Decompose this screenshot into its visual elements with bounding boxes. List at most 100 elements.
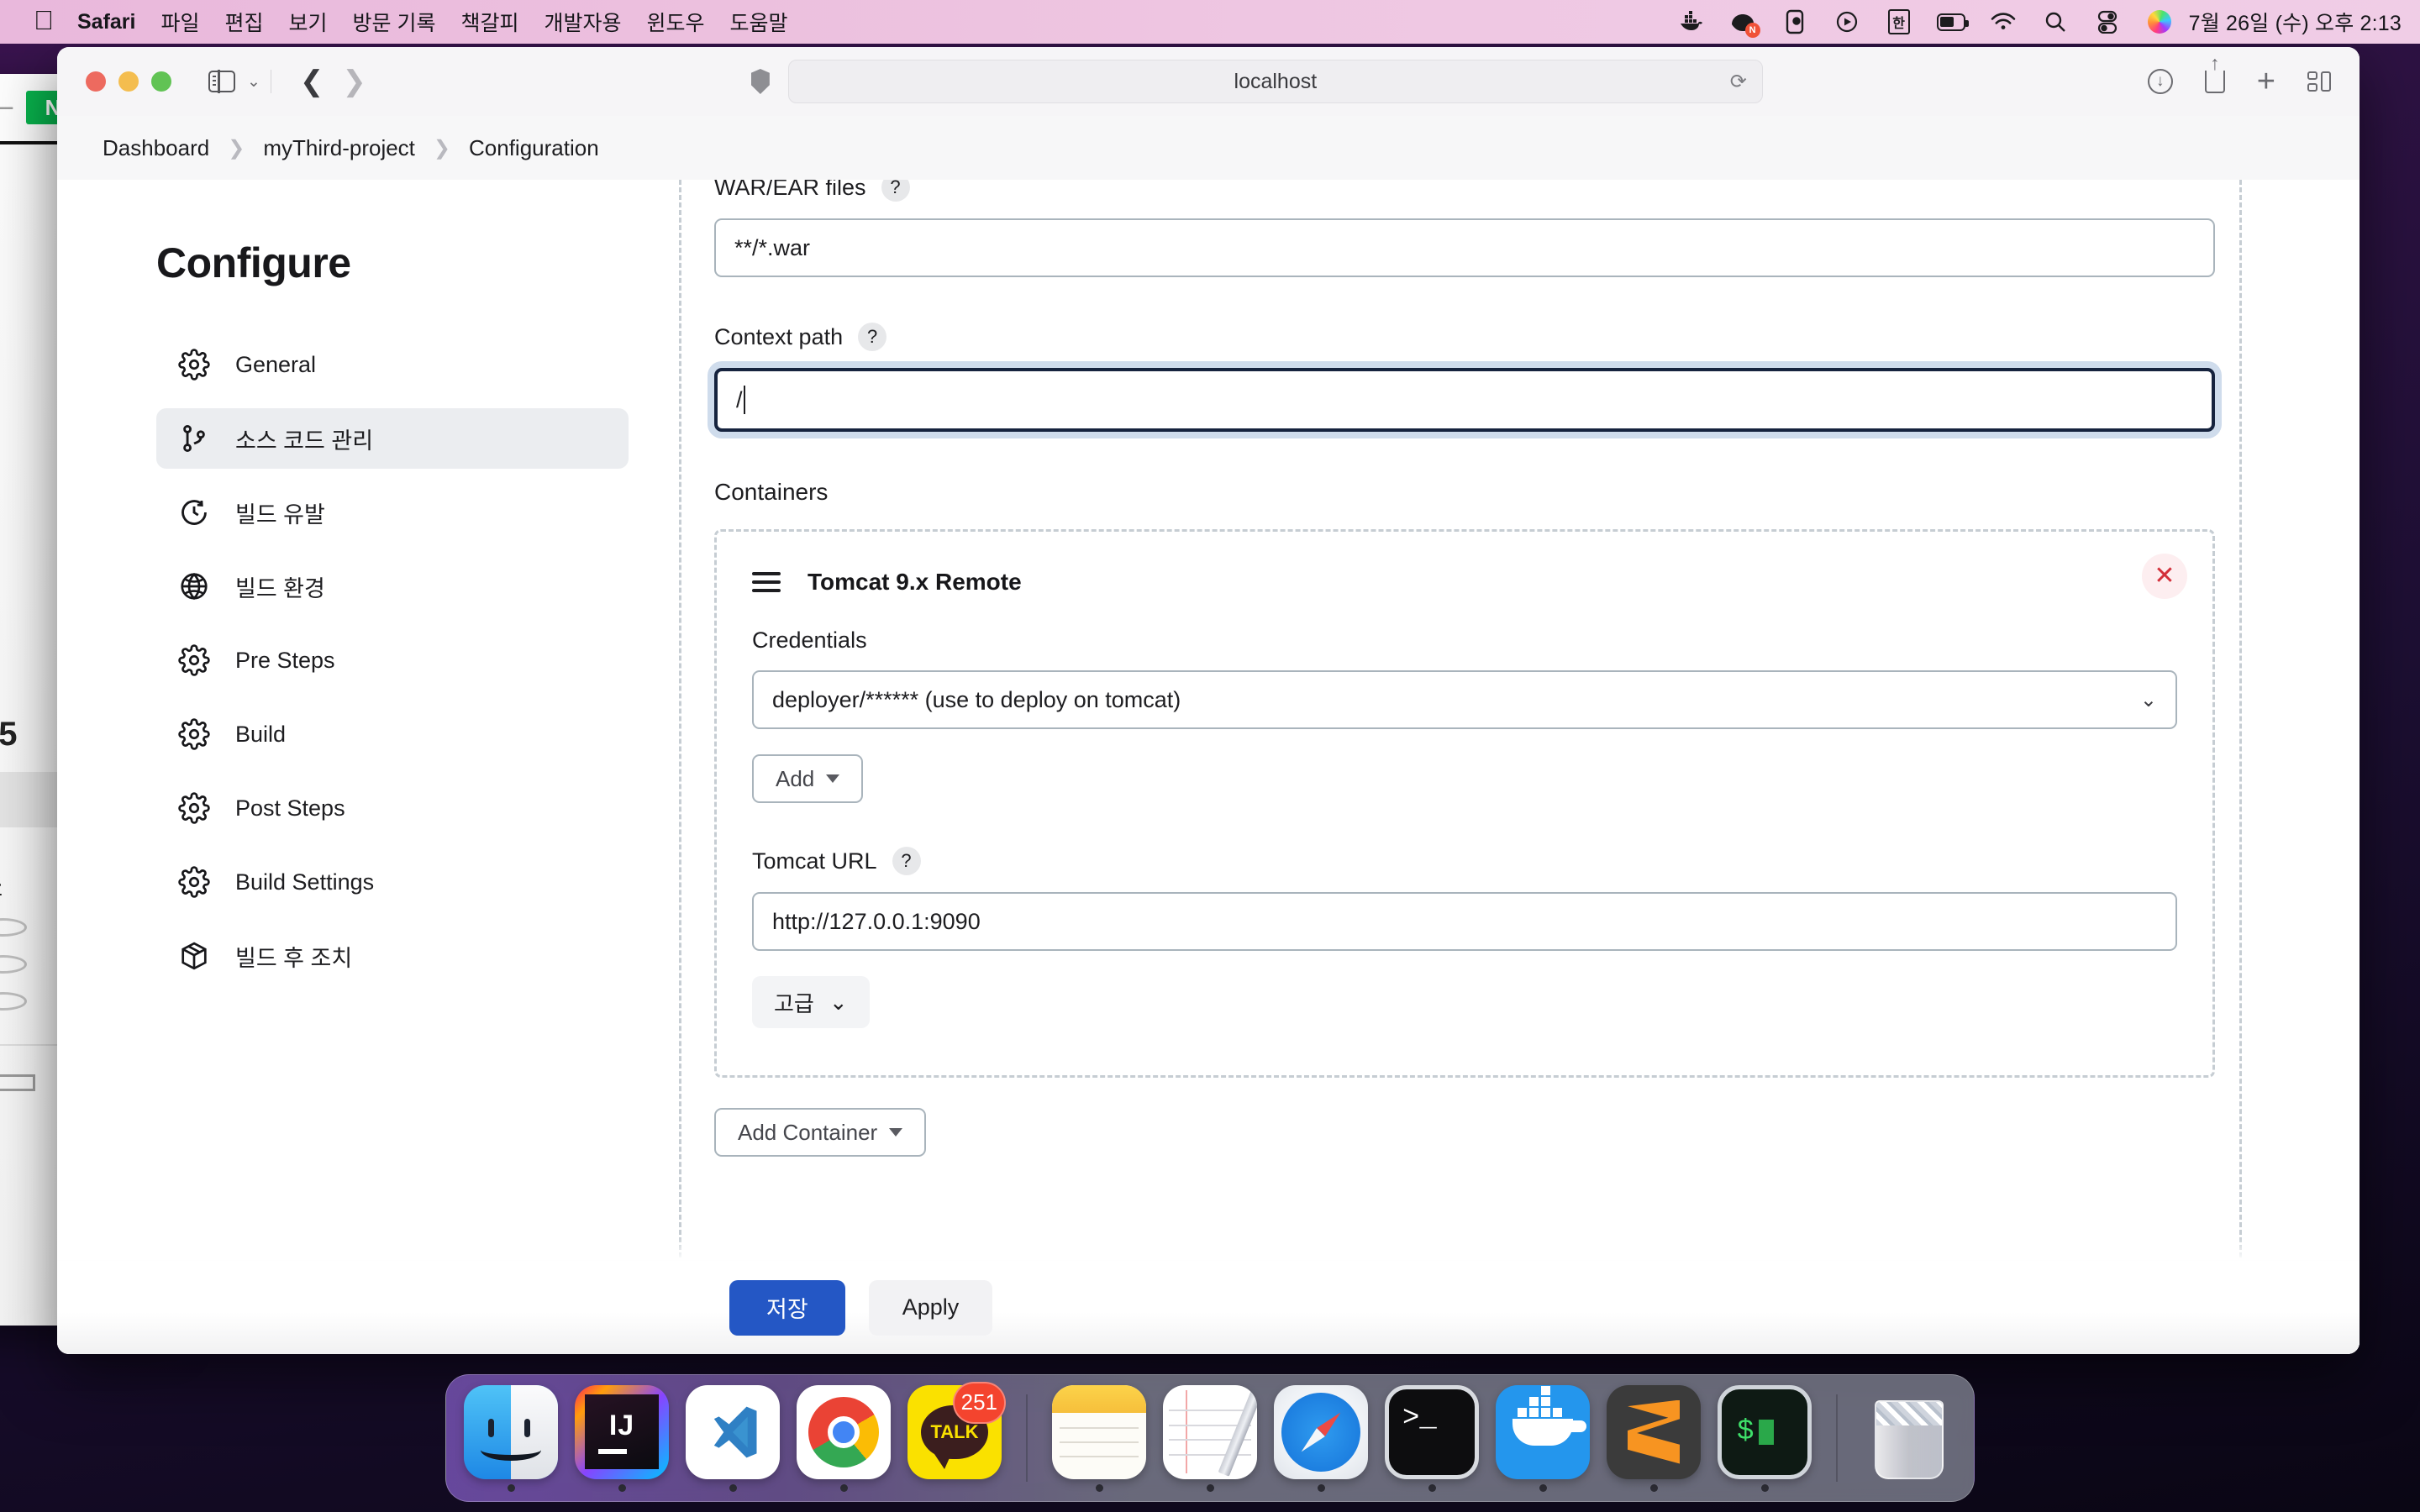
add-credentials-button[interactable]: Add [752,754,864,803]
menu-item-edit[interactable]: 편집 [225,7,264,37]
menu-item-view[interactable]: 보기 [289,7,328,37]
gear-icon [178,792,210,824]
menu-item-bookmarks[interactable]: 책갈피 [460,7,518,37]
credentials-select[interactable]: deployer/****** (use to deploy on tomcat… [752,670,2177,729]
advanced-toggle-button[interactable]: 고급 ⌄ [752,976,870,1028]
close-window-button[interactable] [86,71,106,92]
dock-item-safari[interactable] [1271,1384,1370,1492]
menu-item-window[interactable]: 윈도우 [647,7,705,37]
sidebar-item-label: Build [235,721,287,747]
remove-container-button[interactable]: ✕ [2142,554,2187,599]
minimize-window-button[interactable] [118,71,139,92]
maximize-window-button[interactable] [151,71,171,92]
help-icon[interactable]: ? [881,180,910,202]
sidebar-item-build[interactable]: Build [156,704,629,764]
siri-icon[interactable] [2145,8,2174,36]
sidebar-item-build-triggers[interactable]: 빌드 유발 [156,482,629,543]
dock-item-trash[interactable] [1860,1385,1959,1492]
toolbar-right-icons: ↓ + [2147,66,2331,97]
dock-item-terminal[interactable]: >_ [1382,1384,1481,1492]
apple-menu-icon[interactable]:  [34,7,54,34]
git-branch-icon [178,423,210,454]
downloads-icon[interactable]: ↓ [2147,69,2173,94]
dock-item-visual-studio-code[interactable] [683,1384,782,1492]
help-icon[interactable]: ? [858,323,887,351]
dock-item-docker[interactable] [1493,1384,1592,1492]
menu-item-develop[interactable]: 개발자용 [544,7,622,37]
new-tab-icon[interactable]: + [2257,66,2275,97]
context-path-input[interactable]: / [714,368,2215,432]
running-indicator [1906,1484,1913,1492]
web-page: Dashboard ❯ myThird-project ❯ Configurat… [57,116,2360,1354]
menu-bar-tray: N 한 [1676,8,2174,38]
macos-dock: IJ 251 TALK >_ $ [445,1374,1975,1502]
breadcrumb-item-dashboard[interactable]: Dashboard [103,135,209,161]
background-list-item [0,918,27,937]
sidebar-toggle-icon[interactable] [208,70,235,93]
sidebar-item-pre-steps[interactable]: Pre Steps [156,630,629,690]
help-icon[interactable]: ? [892,847,921,875]
drag-handle-icon[interactable] [752,572,781,592]
sidebar-item-build-settings[interactable]: Build Settings [156,852,629,912]
menu-item-safari[interactable]: Safari [77,10,135,34]
menu-item-help[interactable]: 도움말 [730,7,788,37]
sidebar-item-build-environment[interactable]: 빌드 환경 [156,556,629,617]
safari-window[interactable]: ⌄ ❮ ❯ localhost ⟳ ↓ + Dashboard ❯ myThir… [57,47,2360,1354]
apply-button[interactable]: Apply [868,1279,993,1336]
running-indicator [507,1483,515,1492]
dock-item-kakaotalk[interactable]: 251 TALK [905,1381,1006,1492]
breadcrumb-item-configuration[interactable]: Configuration [469,135,599,161]
address-bar[interactable]: localhost ⟳ [787,60,1763,103]
war-ear-files-input[interactable]: **/*.war [714,218,2215,277]
docker-whale-icon[interactable] [1676,8,1705,36]
wifi-icon[interactable] [1989,8,2018,36]
text-cursor [743,386,745,414]
naver-whale-icon[interactable]: N [1728,8,1760,38]
dock-item-google-chrome[interactable] [794,1384,893,1492]
save-button[interactable]: 저장 [729,1279,845,1336]
back-arrow-icon[interactable]: ⟵ [0,93,14,123]
sidebar-item-post-build-actions[interactable]: 빌드 후 조치 [156,926,629,986]
add-container-button[interactable]: Add Container [714,1108,927,1157]
breadcrumb-item-project[interactable]: myThird-project [263,135,415,161]
sidebar-item-general[interactable]: General [156,334,629,395]
background-footer-box [0,1074,35,1091]
context-path-label: Context path ? [714,323,2215,351]
forward-arrow-icon[interactable]: ❯ [342,67,366,96]
war-ear-files-label: WAR/EAR files ? [714,180,2215,202]
tab-overview-icon[interactable] [2307,71,2331,92]
sidebar-item-source-code-management[interactable]: 소스 코드 관리 [156,408,629,469]
sublime-text-icon [1607,1384,1701,1479]
battery-icon[interactable] [1936,8,1969,36]
menu-item-history[interactable]: 방문 기록 [353,7,436,37]
chevron-down-icon: ⌄ [2139,688,2157,711]
search-icon[interactable] [2041,8,2070,36]
dock-item-notes[interactable] [1050,1384,1149,1492]
device-icon[interactable] [1781,8,1809,36]
running-indicator [1317,1483,1325,1492]
shield-icon[interactable] [750,69,770,94]
dock-item-textedit[interactable] [1160,1384,1260,1492]
dock-item-sublime-text[interactable] [1604,1384,1703,1492]
korean-input-icon[interactable]: 한 [1885,8,1913,36]
window-controls[interactable] [86,71,171,92]
menu-bar-clock[interactable]: 7월 26일 (수) 오후 2:13 [2189,7,2402,37]
tomcat-url-input[interactable]: http://127.0.0.1:9090 [752,892,2177,951]
dock-item-iterm[interactable]: $ [1715,1384,1814,1492]
back-arrow-icon[interactable]: ❮ [300,67,324,96]
add-button-label: Add [776,765,815,791]
globe-icon [178,570,210,602]
form-action-bar: 저장 Apply [57,1236,2360,1354]
running-indicator [729,1483,737,1492]
menu-item-file[interactable]: 파일 [160,7,199,37]
address-text: localhost [1234,69,1318,93]
dock-item-finder[interactable] [461,1384,560,1492]
play-circle-icon[interactable] [1833,8,1861,36]
dock-item-intellij-idea[interactable]: IJ [572,1384,671,1492]
reload-icon[interactable]: ⟳ [1730,70,1747,94]
chevron-down-icon[interactable]: ⌄ [247,72,260,92]
sidebar-item-post-steps[interactable]: Post Steps [156,778,629,838]
configure-sidebar: Configure General 소스 코드 관리 빌드 유발 빌드 환경 P… [57,180,679,1354]
control-center-icon[interactable] [2093,8,2122,36]
share-icon[interactable] [2204,70,2225,93]
